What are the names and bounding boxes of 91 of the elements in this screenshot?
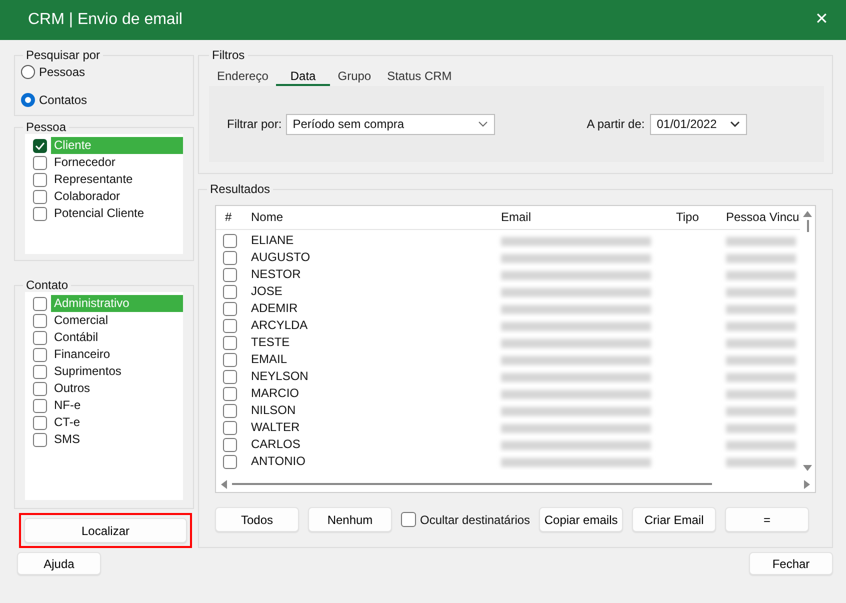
table-cell-text: ADEMIR [250,300,299,318]
field-label: A partir de: [586,116,645,133]
action-button[interactable]: = [725,507,810,532]
list-item[interactable]: Suprimentos [51,363,183,380]
checkbox[interactable] [223,404,237,418]
up-arrow-icon [803,210,812,218]
table-cell-text: NILSON [250,402,297,420]
filter-dropdown[interactable]: Período sem compra [286,114,495,134]
list-item[interactable]: CT-e [51,414,183,431]
help-button[interactable]: Ajuda [17,552,101,575]
table-cell-text: ARCYLDA [250,317,309,334]
group-label: Filtros [211,48,246,62]
left-arrow-icon [220,480,228,489]
action-button[interactable]: Criar Email [632,507,716,532]
group-label: Pesquisar por [25,48,102,62]
group-label: Contato [25,278,70,292]
column-header[interactable]: # [216,209,245,226]
action-button[interactable]: Copiar emails [539,507,624,532]
table-cell-text: JOSE [250,283,284,300]
action-button[interactable]: Todos [215,507,299,532]
checkbox[interactable] [223,420,237,435]
checkbox[interactable] [223,284,237,299]
column-header[interactable]: Email [495,209,670,226]
checkbox[interactable] [33,416,47,430]
close-button[interactable]: ✕ [811,8,832,32]
checkbox[interactable] [223,386,237,401]
column-header[interactable]: Tipo [670,209,720,226]
table-cell-text: AUGUSTO [250,249,312,266]
checkbox[interactable] [223,268,237,282]
checkbox[interactable] [33,156,47,170]
checkbox[interactable] [33,330,47,344]
checkbox[interactable] [223,438,237,452]
list-item[interactable]: Fornecedor [51,154,183,171]
table-cell-text: ANTONIO [250,453,306,470]
list-item[interactable]: SMS [51,431,183,448]
table-cell-text: WALTER [250,419,301,436]
checkbox[interactable] [33,206,47,220]
search-button[interactable]: Localizar [24,518,187,543]
checkbox[interactable] [33,296,47,310]
checkbox-label: Ocultar destinatários [420,512,530,529]
checkbox[interactable] [223,352,237,367]
window-title: CRM | Envio de email [28,10,182,30]
list-item[interactable]: Representante [51,171,183,188]
list-item[interactable]: Contábil [51,329,183,346]
table-cell-text: ELIANE [250,232,295,250]
checkbox[interactable] [223,454,237,469]
action-button[interactable]: Nenhum [308,507,392,532]
table-cell-text: NEYLSON [250,368,310,386]
table-cell-text: TESTE [250,334,291,352]
table-cell-text: EMAIL [250,351,288,368]
checkbox[interactable] [223,336,237,350]
checkbox[interactable] [33,382,47,396]
checkbox[interactable] [33,138,47,152]
down-arrow-icon [803,464,812,472]
checkbox[interactable] [33,432,47,446]
checkbox[interactable] [223,250,237,265]
list-item[interactable]: Financeiro [51,346,183,363]
column-header[interactable]: Nome [245,209,495,226]
field-label: Filtrar por: [227,116,282,133]
list-item[interactable]: NF-e [51,397,183,414]
checkbox[interactable] [33,348,47,362]
checkbox[interactable] [33,172,47,186]
right-arrow-icon [803,480,811,489]
tab[interactable]: Status CRM [379,68,460,86]
list-item[interactable]: Potencial Cliente [51,205,183,222]
checkbox[interactable] [33,314,47,328]
list-item[interactable]: Colaborador [51,188,183,205]
table-cell-text: NESTOR [250,266,302,284]
checkbox[interactable] [223,370,237,384]
table-cell-text: MARCIO [250,385,300,402]
radio-option[interactable]: Pessoas [21,62,185,82]
group-label: Pessoa [25,120,68,134]
chevron-icon [478,121,488,127]
chevron-icon [730,121,740,127]
date-picker[interactable]: 01/01/2022 [650,114,747,134]
checkbox[interactable] [223,302,237,316]
column-header[interactable]: Pessoa Vincul [720,209,800,226]
checkbox[interactable] [223,234,237,248]
radio-option[interactable]: Contatos [21,82,185,110]
checkbox[interactable] [33,398,47,412]
checkbox[interactable] [33,364,47,378]
checkbox[interactable] [401,512,416,528]
close-button[interactable]: Fechar [749,552,833,575]
checkbox[interactable] [223,318,237,333]
list-item[interactable]: Outros [51,380,183,397]
group-label: Resultados [209,182,272,196]
table-cell-text: CARLOS [250,436,302,454]
tab[interactable]: Grupo [330,68,380,86]
list-item[interactable]: Comercial [51,312,183,329]
checkbox[interactable] [33,190,47,204]
tab[interactable]: Endereço [209,68,276,86]
